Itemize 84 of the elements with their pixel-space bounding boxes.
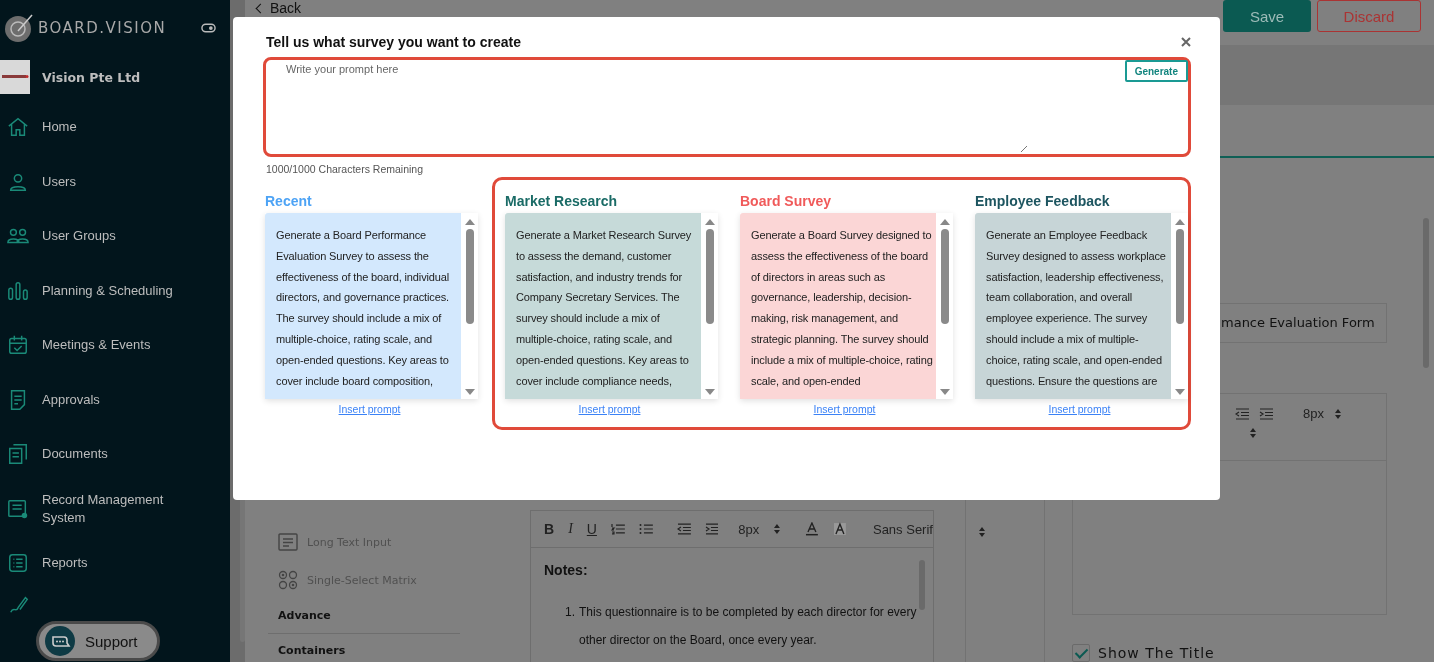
scroll-up-icon[interactable] — [464, 219, 475, 225]
back-link[interactable]: Back — [257, 0, 302, 16]
radio-grid-icon — [278, 570, 298, 590]
underline-button[interactable]: U — [586, 521, 597, 537]
prompt-field[interactable]: Write your prompt here Generate — [266, 60, 1188, 154]
scroll-down-icon[interactable] — [1174, 389, 1185, 395]
font-size-select[interactable]: 8px — [738, 521, 760, 537]
scroll-up-icon[interactable] — [704, 219, 715, 225]
template-text: Generate a Board Performance Evaluation Survey to assess the effectiveness of the board, individual directors, and governance practices. The survey should include a mix of multiple-choice, rating scale, and open-ended questions. Key areas to cover include board composition, — [276, 228, 451, 389]
italic-button[interactable]: I — [568, 521, 573, 537]
nav-item[interactable]: Meetings & Events — [0, 318, 230, 373]
toggle-icon[interactable] — [201, 23, 216, 33]
support-button[interactable]: Support — [36, 621, 160, 661]
text-lines-icon — [278, 532, 298, 552]
template-card[interactable] — [505, 213, 701, 399]
template-text: Generate a Board Survey designed to assess the effectiveness of the board of directors in areas such as governance, leadership, decision-making, risk management, and strategic planning. The survey should include a mix of multiple-choice, rating scale, and open-ended — [751, 228, 934, 389]
home-icon — [7, 116, 29, 139]
font-family-select[interactable]: Sans Serif — [872, 521, 933, 537]
insert-prompt-link[interactable]: Insert prompt — [578, 403, 641, 415]
highlight-color-icon[interactable] — [833, 522, 847, 536]
text-editor[interactable]: B I U 8px Sans Serif Notes: 1. This questionnaire is to be completed by each director for every other director on the Board, once every year. — [530, 510, 934, 662]
template-title: Market Research — [505, 193, 619, 211]
nav-item[interactable]: Approvals — [0, 372, 230, 427]
template-card[interactable] — [265, 213, 461, 399]
checkbox[interactable] — [1072, 644, 1090, 662]
documents-icon — [7, 443, 29, 466]
nav-item[interactable]: Record Management System — [0, 481, 230, 536]
bold-button[interactable]: B — [544, 521, 555, 537]
template-card[interactable] — [975, 213, 1171, 399]
scroll-up-icon[interactable] — [1174, 219, 1185, 225]
section-heading[interactable]: Advance — [268, 599, 460, 634]
template-title: Employee Feedback — [975, 193, 1111, 211]
stepper-icon[interactable] — [1249, 427, 1257, 439]
nav-item[interactable]: Home — [0, 100, 230, 155]
outdent-icon[interactable] — [1235, 407, 1249, 420]
organisation-name: Vision Pte Ltd — [42, 69, 141, 85]
resize-handle-icon[interactable] — [1020, 145, 1028, 153]
indent-icon[interactable] — [704, 523, 719, 535]
save-button[interactable]: Save — [1223, 0, 1311, 32]
stepper-icon[interactable] — [773, 523, 782, 535]
template-title: Recent — [265, 193, 313, 211]
template-text: Generate a Market Research Survey to assess the demand, customer satisfaction, and industry trends for Company Secretary Services. The survey should include a mix of multiple-choice, rating scale, and open-ended questions. Key areas to cover include compliance needs, — [516, 228, 693, 389]
stepper-icon[interactable] — [1333, 407, 1342, 420]
bar-chart-icon — [7, 279, 29, 302]
bullet-list-icon[interactable] — [638, 523, 653, 535]
list-item: This questionnaire is to be completed by each director for every other director on the Board, once every year. — [579, 604, 918, 649]
close-icon[interactable] — [1181, 37, 1191, 47]
nav-item[interactable]: User Groups — [0, 209, 230, 264]
scrollbar[interactable] — [465, 229, 474, 324]
scrollbar[interactable] — [940, 229, 949, 324]
logo-icon — [4, 13, 34, 43]
insert-prompt-link[interactable]: Insert prompt — [338, 403, 401, 415]
scroll-down-icon[interactable] — [464, 389, 475, 395]
list-icon — [7, 552, 29, 575]
character-counter: 1000/1000 Characters Remaining — [266, 163, 424, 175]
company-logo-icon — [0, 60, 30, 94]
scrollbar[interactable] — [705, 229, 714, 324]
scroll-down-icon[interactable] — [939, 389, 950, 395]
notes-heading: Notes: — [544, 562, 589, 578]
record-icon — [7, 497, 29, 520]
section-heading[interactable]: Containers — [268, 634, 460, 662]
numbered-list-icon[interactable] — [610, 523, 625, 535]
nav-item[interactable]: Documents — [0, 427, 230, 482]
brand-name: BOARD.VISION — [38, 19, 168, 37]
list-number: 1. — [565, 604, 575, 621]
nav-item[interactable]: Users — [0, 154, 230, 209]
generate-button[interactable]: Generate — [1124, 60, 1188, 82]
nav-item[interactable]: Reports — [0, 536, 230, 591]
scroll-down-icon[interactable] — [704, 389, 715, 395]
font-size-select[interactable]: 8px — [1303, 406, 1324, 421]
template-card[interactable] — [740, 213, 936, 399]
scroll-up-icon[interactable] — [939, 219, 950, 225]
stepper-icon[interactable] — [978, 526, 986, 538]
outdent-icon[interactable] — [676, 523, 691, 535]
scrollbar[interactable] — [1175, 229, 1184, 324]
calendar-icon — [7, 334, 29, 357]
nav-item[interactable]: Planning & Scheduling — [0, 263, 230, 318]
dialog-title: Tell us what survey you want to create — [266, 34, 521, 50]
text-color-icon[interactable] — [805, 522, 820, 536]
template-title: Board Survey — [740, 193, 833, 211]
checkbox-label: Show The Title — [1098, 645, 1215, 661]
indent-icon[interactable] — [1259, 407, 1273, 420]
insert-prompt-link[interactable]: Insert prompt — [813, 403, 876, 415]
chat-icon — [45, 626, 75, 656]
